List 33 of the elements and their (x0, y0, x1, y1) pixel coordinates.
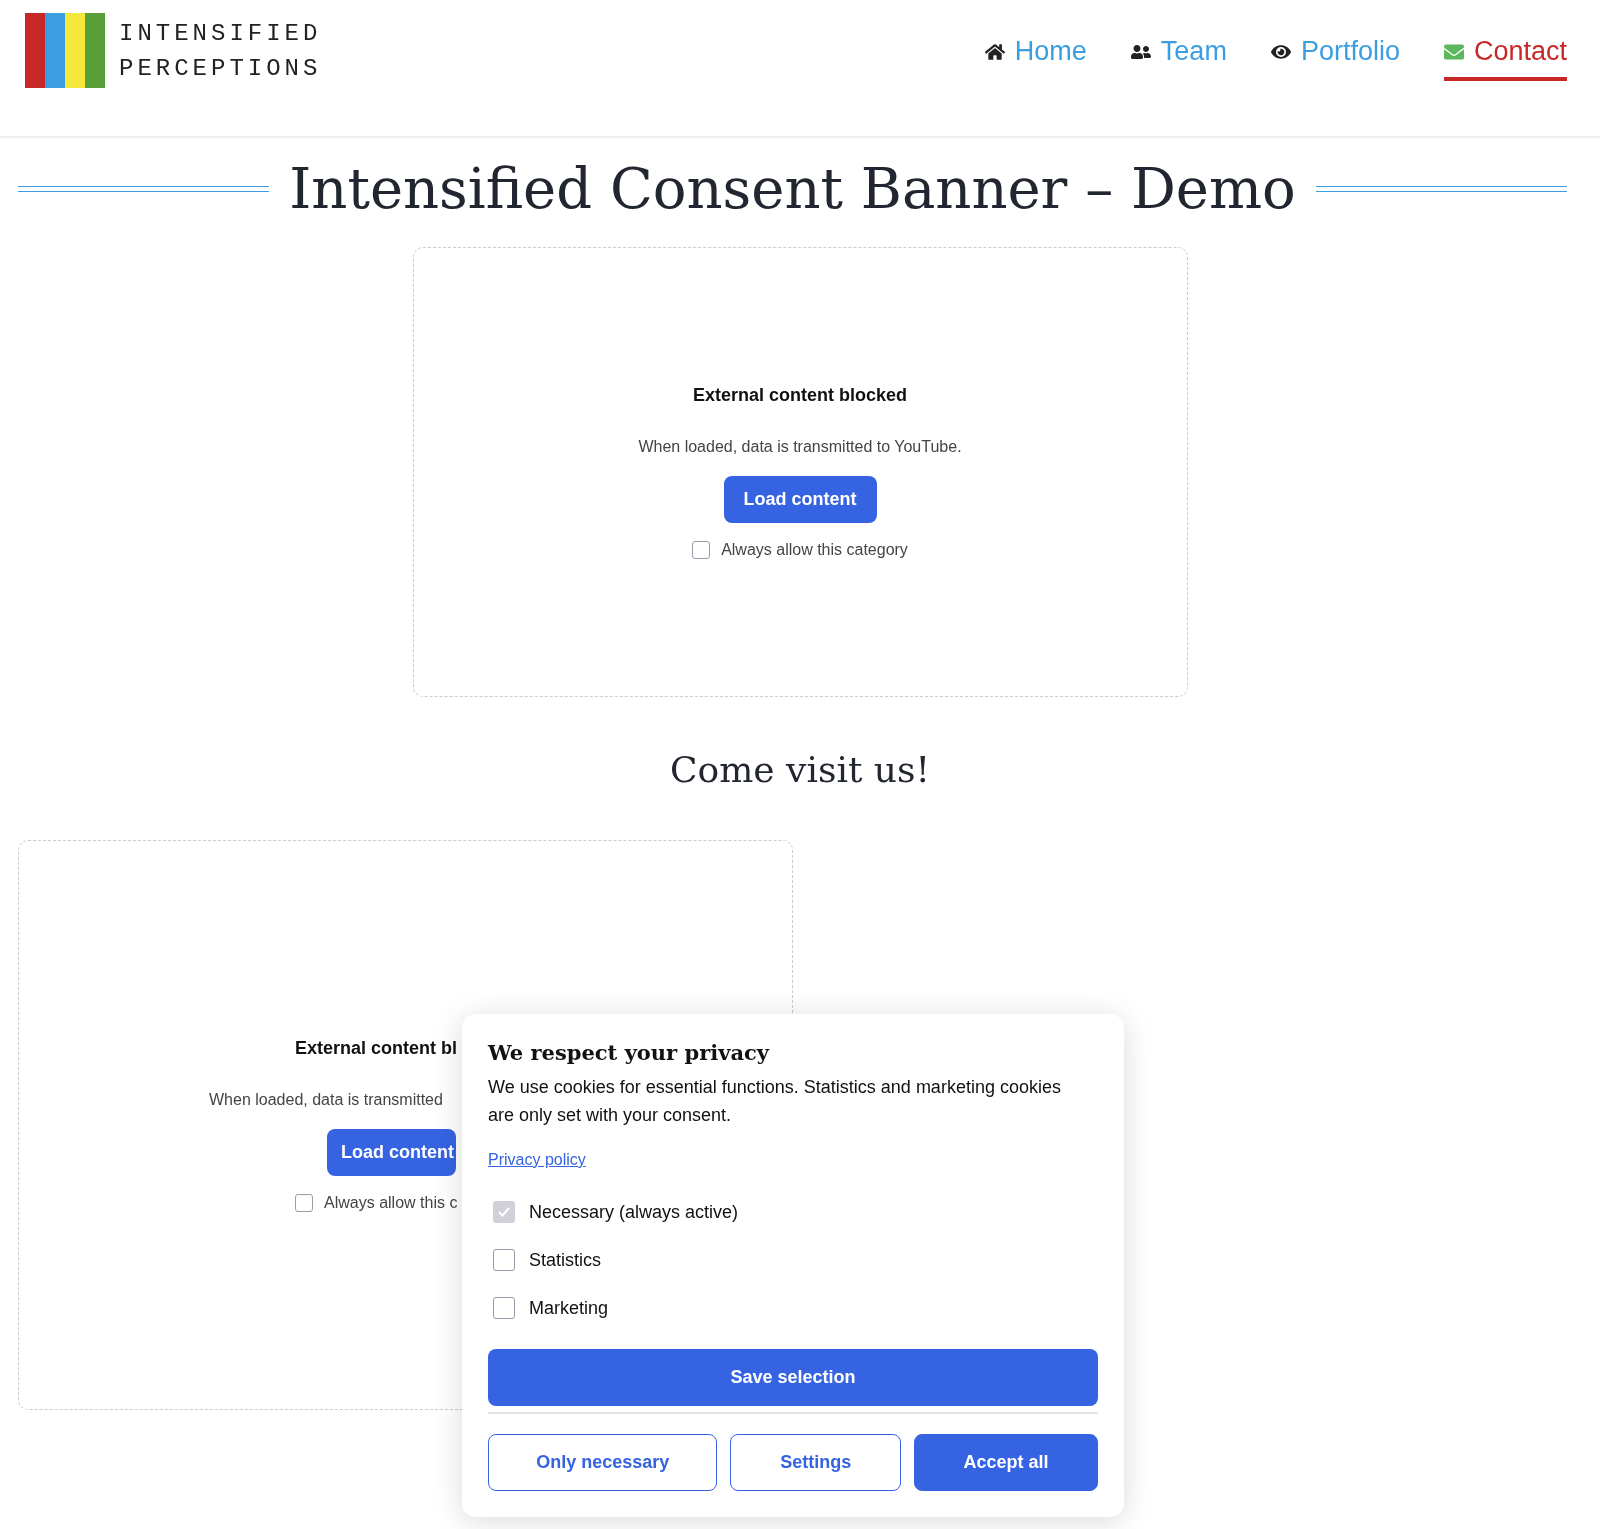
banner-text: We use cookies for essential functions. Statistics and marketing cookies are only set with your consent. (488, 1076, 1062, 1127)
logo-text: INTENSIFIED (119, 18, 322, 48)
option-label: Statistics (529, 1249, 602, 1271)
option-button[interactable]: Settings (730, 1434, 902, 1491)
checkbox[interactable] (692, 541, 711, 559)
checkbox-label: Always allow this category (721, 541, 908, 559)
check-icon (497, 1206, 511, 1218)
home-icon (984, 41, 1005, 62)
load-button[interactable]: Load content (327, 1129, 456, 1176)
option-label: Marketing (529, 1297, 609, 1319)
checkbox-label: Always allow this c (324, 1194, 458, 1212)
option-label: Necessary (always active) (529, 1201, 739, 1223)
nav-link[interactable]: Team (1130, 36, 1227, 81)
checkbox[interactable] (493, 1297, 515, 1319)
checkbox[interactable] (493, 1249, 515, 1271)
nav-link[interactable]: Home (984, 36, 1087, 81)
accept-button[interactable]: Accept all (914, 1434, 1098, 1491)
save-button[interactable]: Save selection (488, 1349, 1098, 1406)
logo-icon (25, 13, 105, 88)
logo-text: PERCEPTIONS (119, 53, 322, 83)
banner-title: We respect your privacy (488, 1040, 771, 1065)
checkbox[interactable] (295, 1194, 313, 1212)
card-text: When loaded, data is transmitted to YouTube. (638, 438, 962, 456)
option-button[interactable]: Only necessary (488, 1434, 718, 1491)
nav-link[interactable]: Portfolio (1270, 36, 1400, 81)
load-button[interactable]: Load content (723, 476, 877, 523)
card-heading: External content bl (295, 1038, 458, 1059)
card-text: When loaded, data is transmitted (209, 1091, 443, 1109)
section-heading: Come visit us! (669, 749, 931, 790)
privacy-link[interactable]: Privacy policy (488, 1151, 586, 1169)
nav-link[interactable]: Contact (1443, 36, 1567, 81)
page-title: Intensified Consent Banner – Demo (289, 156, 1296, 221)
card-heading: External content blocked (692, 385, 908, 406)
